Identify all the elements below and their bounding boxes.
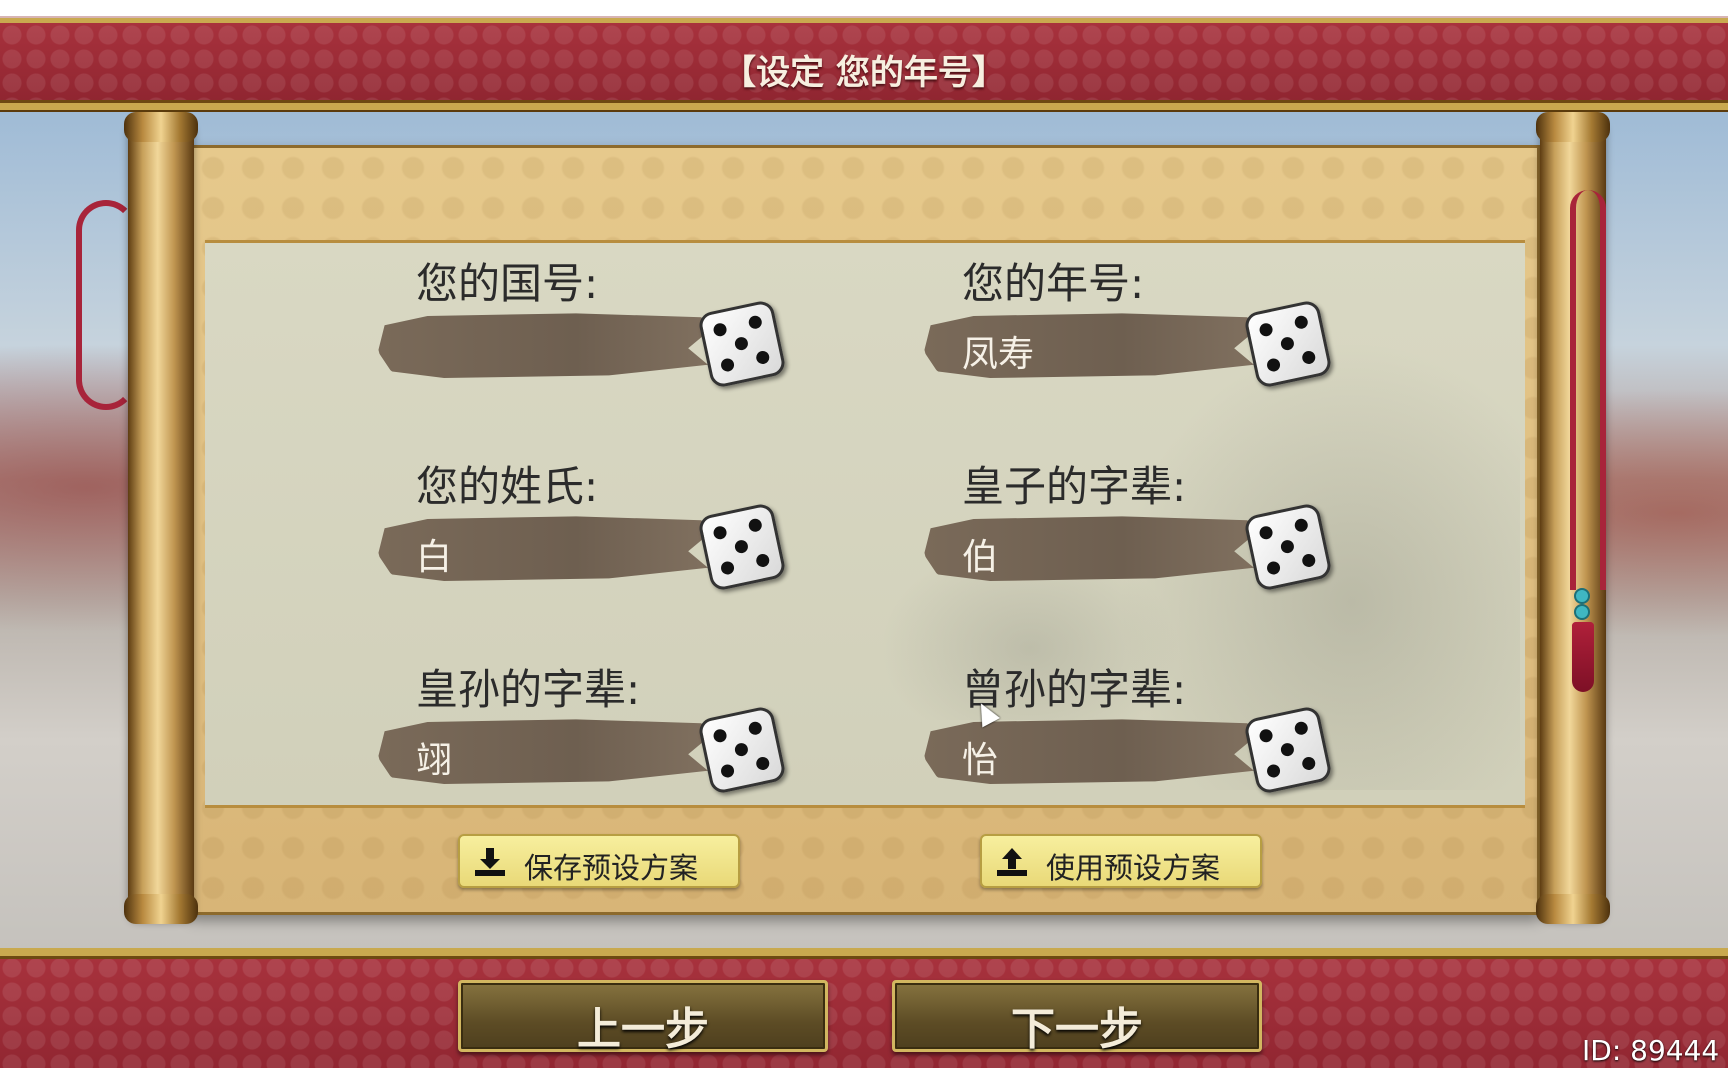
right-tassel-cord: [1570, 190, 1606, 590]
field-era-name: 您的年号: 凤寿: [924, 250, 1344, 390]
field-country-name: 您的国号:: [378, 250, 798, 390]
field-label: 您的姓氏:: [416, 462, 599, 511]
field-label: 您的国号:: [416, 259, 599, 308]
tassel-bead: [1574, 588, 1590, 604]
save-preset-button[interactable]: 保存预设方案: [458, 834, 740, 888]
field-label: 您的年号:: [962, 259, 1145, 308]
user-id: ID: 89444: [1582, 1034, 1720, 1067]
prev-step-label: 上一步: [577, 1004, 709, 1055]
field-value: 怡: [962, 740, 999, 781]
field-value: 白: [416, 537, 453, 578]
bottom-border: [0, 1068, 1728, 1080]
field-great-grandson-generation: 曾孙的字辈: 怡: [924, 656, 1344, 796]
use-preset-label: 使用预设方案: [1046, 851, 1221, 885]
footer-banner: [0, 948, 1728, 1080]
dice-icon[interactable]: [1242, 704, 1334, 796]
use-preset-button[interactable]: 使用预设方案: [980, 834, 1262, 888]
dice-icon[interactable]: [696, 501, 788, 593]
dice-icon[interactable]: [696, 704, 788, 796]
field-value: 伯: [962, 537, 999, 578]
download-icon: [475, 848, 505, 876]
field-label: 曾孙的字辈:: [962, 665, 1187, 714]
left-scroll-rod: [124, 112, 198, 924]
country-name-input[interactable]: [378, 313, 708, 378]
field-prince-generation: 皇子的字辈: 伯: [924, 453, 1344, 593]
field-grandson-generation: 皇孙的字辈: 翊: [378, 656, 798, 796]
field-label: 皇孙的字辈:: [416, 665, 641, 714]
prev-step-button[interactable]: 上一步: [458, 980, 828, 1055]
field-value: 翊: [416, 740, 453, 781]
top-border: [0, 0, 1728, 18]
tassel: [1572, 622, 1594, 692]
tassel-bead: [1574, 604, 1590, 620]
next-step-button[interactable]: 下一步: [892, 980, 1262, 1055]
upload-icon: [997, 848, 1027, 876]
next-step-label: 下一步: [1011, 1004, 1143, 1055]
dice-icon[interactable]: [696, 298, 788, 390]
dice-icon[interactable]: [1242, 298, 1334, 390]
field-surname: 您的姓氏: 白: [378, 453, 798, 593]
page-title: 【设定 您的年号】: [722, 53, 1006, 93]
save-preset-label: 保存预设方案: [524, 851, 699, 885]
field-label: 皇子的字辈:: [962, 462, 1187, 511]
dice-icon[interactable]: [1242, 501, 1334, 593]
header-banner: 【设定 您的年号】: [0, 18, 1728, 110]
left-tassel-cord: [76, 200, 136, 410]
field-value: 凤寿: [962, 334, 1035, 375]
